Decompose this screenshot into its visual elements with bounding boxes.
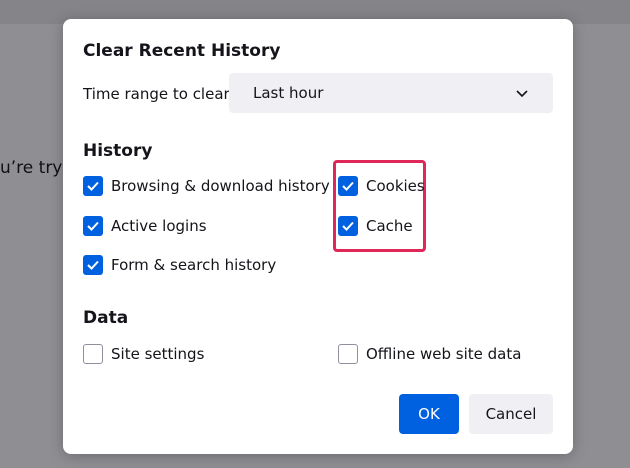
data-heading: Data (83, 308, 129, 328)
checkbox-checked-icon (338, 176, 358, 196)
checkbox-active-logins[interactable]: Active logins (83, 216, 207, 236)
dialog-title: Clear Recent History (83, 41, 281, 61)
chevron-down-icon (516, 90, 528, 98)
checkbox-label: Active logins (111, 217, 207, 235)
time-range-value: Last hour (253, 84, 324, 102)
checkbox-unchecked-icon (83, 344, 103, 364)
cancel-button[interactable]: Cancel (469, 394, 553, 434)
background-page-text: u’re tryi (0, 158, 68, 178)
clear-history-dialog: Clear Recent History Time range to clear… (63, 19, 573, 454)
time-range-select[interactable]: Last hour (229, 73, 553, 113)
history-heading: History (83, 141, 153, 161)
checkbox-cookies[interactable]: Cookies (338, 176, 425, 196)
checkbox-label: Cache (366, 217, 413, 235)
checkbox-cache[interactable]: Cache (338, 216, 413, 236)
time-range-label: Time range to clear: (83, 85, 235, 103)
checkbox-form-search-history[interactable]: Form & search history (83, 255, 276, 275)
highlight-annotation (333, 160, 426, 252)
checkbox-checked-icon (338, 216, 358, 236)
checkbox-label: Form & search history (111, 256, 277, 274)
ok-button[interactable]: OK (399, 394, 459, 434)
checkbox-checked-icon (83, 176, 103, 196)
checkbox-label: Site settings (111, 345, 205, 363)
checkbox-browsing-download-history[interactable]: Browsing & download history (83, 176, 330, 196)
checkbox-label: Cookies (366, 177, 425, 195)
checkbox-checked-icon (83, 255, 103, 275)
checkbox-offline-web-site-data[interactable]: Offline web site data (338, 344, 521, 364)
checkbox-checked-icon (83, 216, 103, 236)
checkbox-unchecked-icon (338, 344, 358, 364)
checkbox-site-settings[interactable]: Site settings (83, 344, 204, 364)
checkbox-label: Offline web site data (366, 345, 522, 363)
checkbox-label: Browsing & download history (111, 177, 330, 195)
